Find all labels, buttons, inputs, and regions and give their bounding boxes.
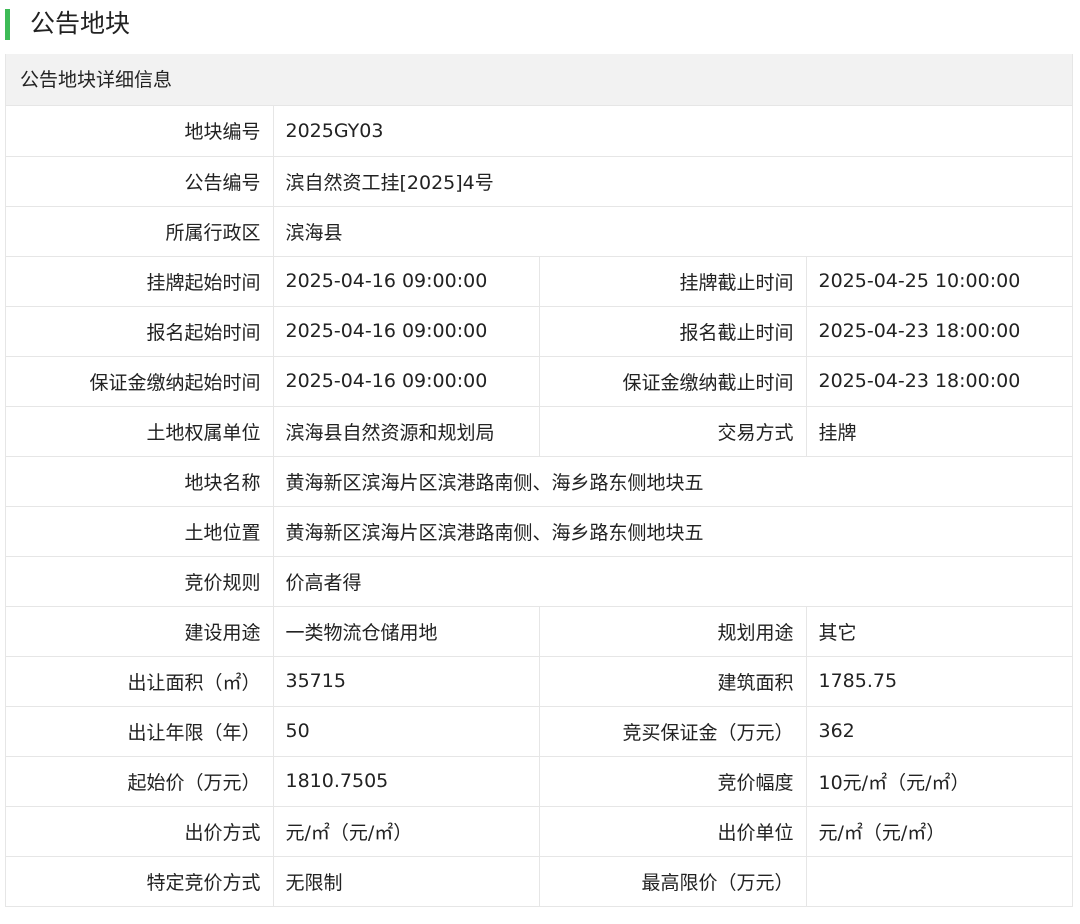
parcel-no-value: 2025GY03 [273, 106, 1073, 157]
bid-increment-value: 10元/㎡（元/㎡） [806, 756, 1073, 807]
notice-no-label: 公告编号 [6, 156, 274, 207]
special-bid-method-label: 特定竞价方式 [6, 856, 274, 907]
table-row: 挂牌起始时间 2025-04-16 09:00:00 挂牌截止时间 2025-0… [6, 256, 1073, 307]
max-price-value [806, 856, 1073, 907]
building-area-label: 建筑面积 [539, 656, 807, 707]
offer-method-label: 出价方式 [6, 806, 274, 857]
table-row: 起始价（万元） 1810.7505 竞价幅度 10元/㎡（元/㎡） [6, 756, 1073, 807]
table-row: 土地位置 黄海新区滨海片区滨港路南侧、海乡路东侧地块五 [6, 506, 1073, 557]
table-row: 公告编号 滨自然资工挂[2025]4号 [6, 156, 1073, 207]
table-row: 特定竞价方式 无限制 最高限价（万元） [6, 856, 1073, 907]
owner-unit-value: 滨海县自然资源和规划局 [273, 406, 540, 457]
page-header: 公告地块 [0, 0, 1080, 54]
district-value: 滨海县 [273, 206, 1073, 257]
signup-start-value: 2025-04-16 09:00:00 [273, 306, 540, 357]
table-row: 出让面积（㎡） 35715 建筑面积 1785.75 [6, 656, 1073, 707]
listing-start-label: 挂牌起始时间 [6, 256, 274, 307]
special-bid-method-value: 无限制 [273, 856, 540, 907]
building-area-value: 1785.75 [806, 656, 1073, 707]
notice-no-value: 滨自然资工挂[2025]4号 [273, 156, 1073, 207]
parcel-detail-panel: 公告地块详细信息 地块编号 2025GY03 公告编号 滨自然资工挂[2025]… [5, 54, 1073, 907]
construction-use-value: 一类物流仓储用地 [273, 606, 540, 657]
table-row: 出让年限（年） 50 竞买保证金（万元） 362 [6, 706, 1073, 757]
parcel-no-label: 地块编号 [6, 106, 274, 157]
deposit-start-value: 2025-04-16 09:00:00 [273, 356, 540, 407]
offer-unit-value: 元/㎡（元/㎡） [806, 806, 1073, 857]
parcel-detail-table: 地块编号 2025GY03 公告编号 滨自然资工挂[2025]4号 所属行政区 … [6, 106, 1073, 907]
panel-title: 公告地块详细信息 [6, 54, 1072, 106]
offer-unit-label: 出价单位 [539, 806, 807, 857]
start-price-value: 1810.7505 [273, 756, 540, 807]
table-row: 报名起始时间 2025-04-16 09:00:00 报名截止时间 2025-0… [6, 306, 1073, 357]
table-row: 地块名称 黄海新区滨海片区滨港路南侧、海乡路东侧地块五 [6, 456, 1073, 507]
signup-end-label: 报名截止时间 [539, 306, 807, 357]
parcel-name-label: 地块名称 [6, 456, 274, 507]
start-price-label: 起始价（万元） [6, 756, 274, 807]
location-label: 土地位置 [6, 506, 274, 557]
listing-start-value: 2025-04-16 09:00:00 [273, 256, 540, 307]
table-row: 建设用途 一类物流仓储用地 规划用途 其它 [6, 606, 1073, 657]
table-row: 竞价规则 价高者得 [6, 556, 1073, 607]
bid-rule-value: 价高者得 [273, 556, 1073, 607]
trade-method-value: 挂牌 [806, 406, 1073, 457]
area-value: 35715 [273, 656, 540, 707]
term-label: 出让年限（年） [6, 706, 274, 757]
signup-start-label: 报名起始时间 [6, 306, 274, 357]
trade-method-label: 交易方式 [539, 406, 807, 457]
title-accent-bar [5, 9, 10, 40]
table-row: 所属行政区 滨海县 [6, 206, 1073, 257]
page-title: 公告地块 [30, 9, 131, 38]
max-price-label: 最高限价（万元） [539, 856, 807, 907]
offer-method-value: 元/㎡（元/㎡） [273, 806, 540, 857]
table-row: 地块编号 2025GY03 [6, 106, 1073, 157]
area-label: 出让面积（㎡） [6, 656, 274, 707]
planned-use-value: 其它 [806, 606, 1073, 657]
district-label: 所属行政区 [6, 206, 274, 257]
bid-increment-label: 竞价幅度 [539, 756, 807, 807]
owner-unit-label: 土地权属单位 [6, 406, 274, 457]
planned-use-label: 规划用途 [539, 606, 807, 657]
signup-end-value: 2025-04-23 18:00:00 [806, 306, 1073, 357]
bid-rule-label: 竞价规则 [6, 556, 274, 607]
table-row: 保证金缴纳起始时间 2025-04-16 09:00:00 保证金缴纳截止时间 … [6, 356, 1073, 407]
deposit-end-value: 2025-04-23 18:00:00 [806, 356, 1073, 407]
term-value: 50 [273, 706, 540, 757]
construction-use-label: 建设用途 [6, 606, 274, 657]
bid-deposit-value: 362 [806, 706, 1073, 757]
location-value: 黄海新区滨海片区滨港路南侧、海乡路东侧地块五 [273, 506, 1073, 557]
deposit-start-label: 保证金缴纳起始时间 [6, 356, 274, 407]
bid-deposit-label: 竞买保证金（万元） [539, 706, 807, 757]
table-row: 土地权属单位 滨海县自然资源和规划局 交易方式 挂牌 [6, 406, 1073, 457]
listing-end-label: 挂牌截止时间 [539, 256, 807, 307]
table-row: 出价方式 元/㎡（元/㎡） 出价单位 元/㎡（元/㎡） [6, 806, 1073, 857]
listing-end-value: 2025-04-25 10:00:00 [806, 256, 1073, 307]
deposit-end-label: 保证金缴纳截止时间 [539, 356, 807, 407]
parcel-name-value: 黄海新区滨海片区滨港路南侧、海乡路东侧地块五 [273, 456, 1073, 507]
